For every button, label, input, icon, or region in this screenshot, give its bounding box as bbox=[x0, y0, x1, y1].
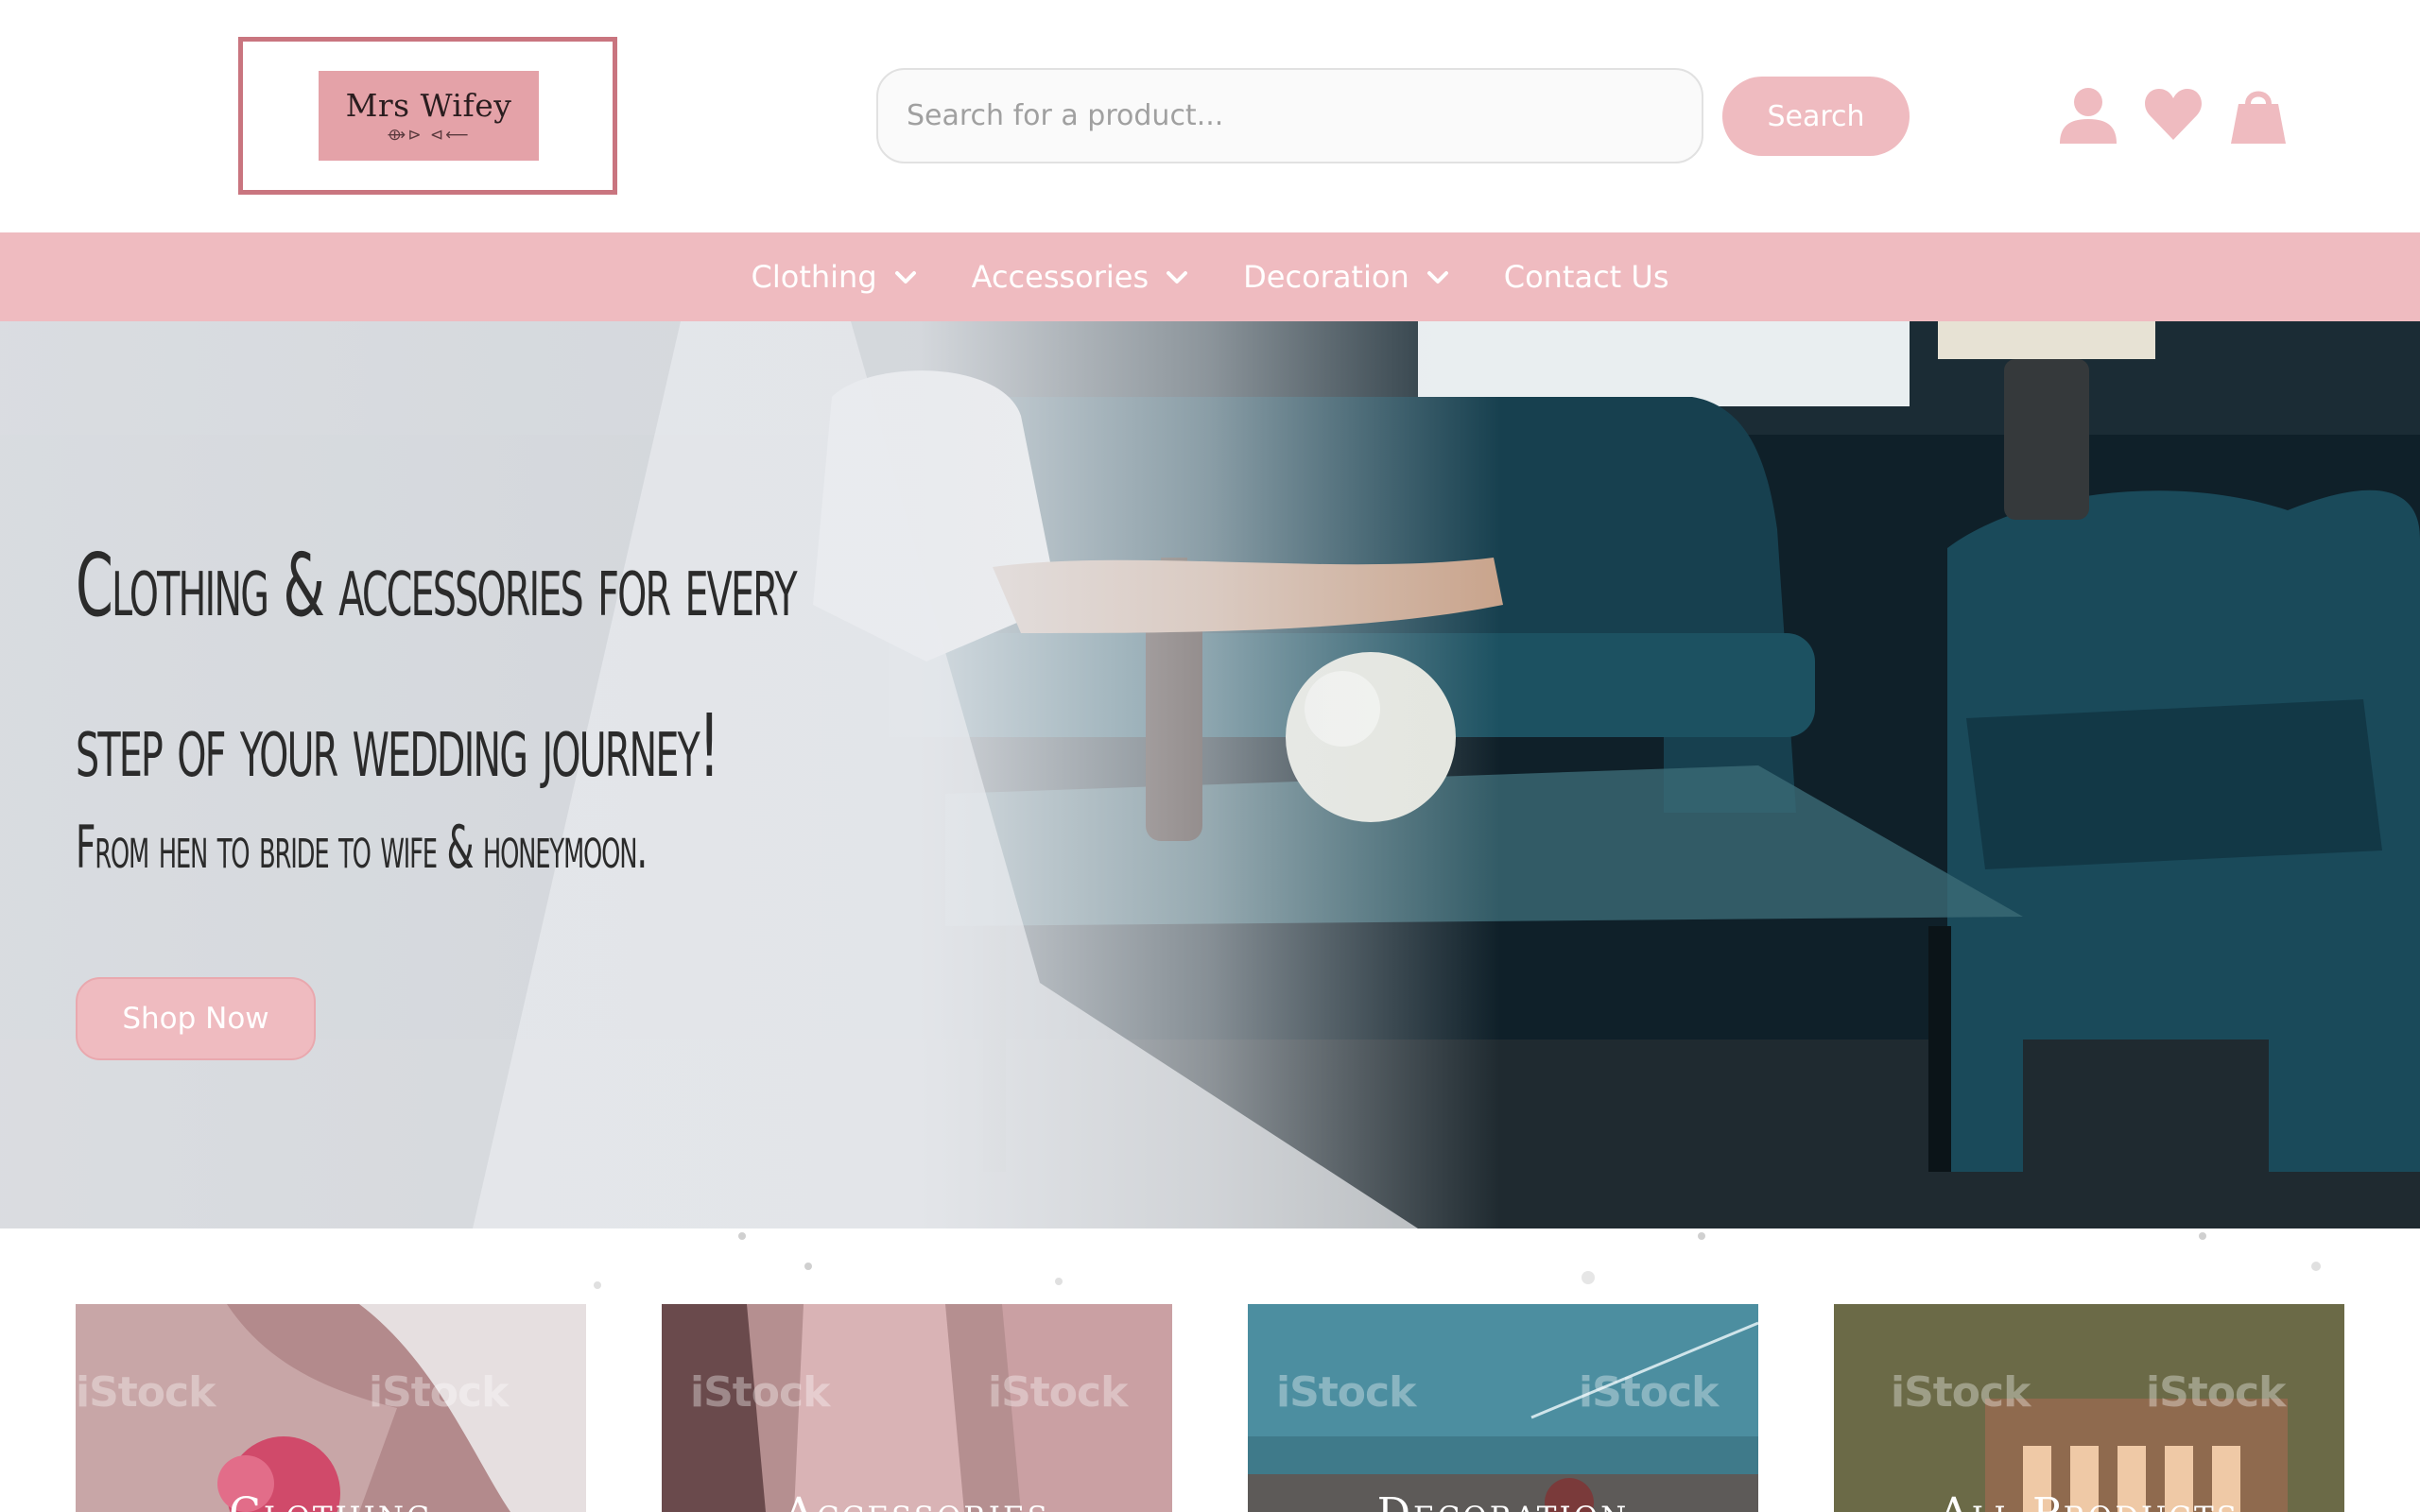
watermark-text: iStock bbox=[1891, 1368, 2031, 1417]
hero-title: Clothing & accessories for every step of… bbox=[76, 506, 1189, 827]
nav-item-label: Contact Us bbox=[1503, 259, 1669, 295]
nav-item-decoration[interactable]: Decoration bbox=[1243, 259, 1449, 295]
logo-ornament-icon: ⟴⊳ ⊲⟵ bbox=[387, 126, 471, 145]
hero-title-line-2: step of your wedding journey! bbox=[76, 696, 720, 797]
nav-item-contact-us[interactable]: Contact Us bbox=[1504, 259, 1669, 295]
category-card-decoration[interactable]: iStock iStock Decoration bbox=[1248, 1304, 1758, 1512]
category-card-all-products[interactable]: iStock iStock All Products bbox=[1834, 1304, 2344, 1512]
watermark-text: iStock bbox=[1579, 1368, 1719, 1417]
category-card-clothing[interactable]: iStock iStock Clothing bbox=[76, 1304, 586, 1512]
brand-logo[interactable]: Mrs Wifey ⟴⊳ ⊲⟵ bbox=[238, 37, 617, 195]
category-label: Clothing bbox=[76, 1489, 586, 1512]
category-label: All Products bbox=[1834, 1489, 2344, 1512]
nav-item-label: Decoration bbox=[1243, 259, 1409, 295]
chevron-down-icon bbox=[1167, 271, 1188, 284]
nav-item-clothing[interactable]: Clothing bbox=[752, 259, 917, 295]
nav-item-accessories[interactable]: Accessories bbox=[972, 259, 1189, 295]
category-card-accessories[interactable]: iStock iStock Accessories bbox=[662, 1304, 1172, 1512]
heart-icon[interactable] bbox=[2142, 83, 2204, 146]
search-button[interactable]: Search bbox=[1722, 77, 1910, 156]
nav-item-label: Clothing bbox=[751, 259, 877, 295]
logo-badge: Mrs Wifey ⟴⊳ ⊲⟵ bbox=[319, 71, 539, 161]
hero-banner: Clothing & accessories for every step of… bbox=[0, 321, 2420, 1228]
watermark-text: iStock bbox=[988, 1368, 1128, 1417]
chevron-down-icon bbox=[1426, 271, 1448, 284]
watermark-text: iStock bbox=[2146, 1368, 2286, 1417]
category-label: Accessories bbox=[662, 1489, 1172, 1512]
hero-subtitle: From hen to bride to wife & honeymoon. bbox=[76, 813, 648, 882]
search-input[interactable] bbox=[876, 68, 1703, 163]
category-label: Decoration bbox=[1248, 1489, 1758, 1512]
nav-item-label: Accessories bbox=[971, 259, 1150, 295]
hero-title-line-1: Clothing & accessories for every bbox=[76, 535, 798, 636]
category-section: iStock iStock Clothing iStock iStock Acc… bbox=[0, 1228, 2420, 1512]
chevron-down-icon bbox=[894, 271, 916, 284]
watermark-text: iStock bbox=[76, 1368, 216, 1417]
shopping-bag-icon[interactable] bbox=[2227, 83, 2290, 146]
watermark-text: iStock bbox=[1276, 1368, 1416, 1417]
main-nav: Clothing Accessories Decoration Contact … bbox=[0, 232, 2420, 321]
site-header: Mrs Wifey ⟴⊳ ⊲⟵ Search bbox=[0, 0, 2420, 232]
shop-now-button[interactable]: Shop Now bbox=[76, 977, 316, 1060]
user-icon[interactable] bbox=[2057, 83, 2119, 146]
logo-text: Mrs Wifey bbox=[345, 87, 512, 124]
watermark-text: iStock bbox=[369, 1368, 509, 1417]
watermark-text: iStock bbox=[690, 1368, 830, 1417]
